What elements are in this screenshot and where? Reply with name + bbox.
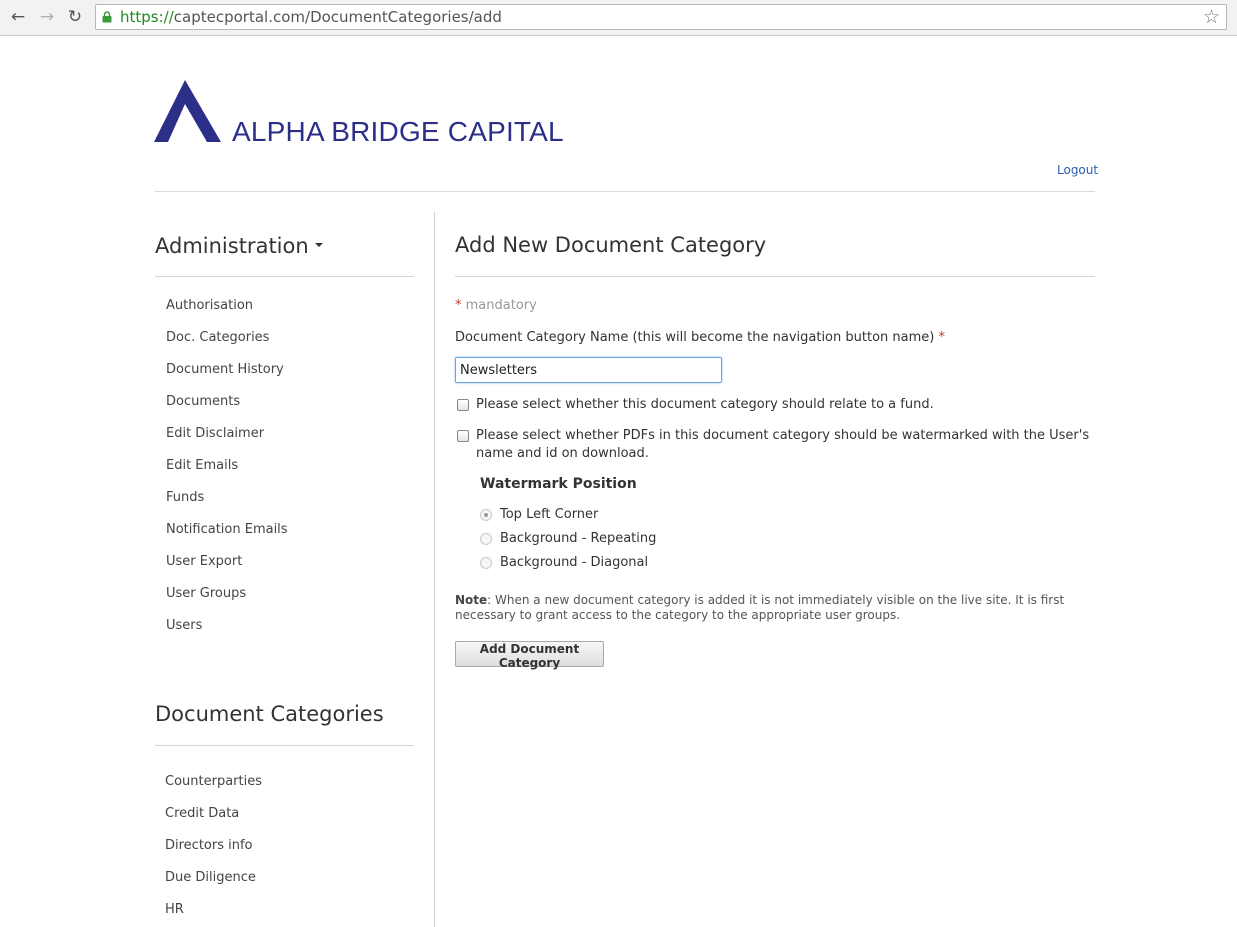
radio-background-diagonal-label[interactable]: Background - Diagonal — [500, 555, 648, 570]
sidebar-item-label[interactable]: Due Diligence — [165, 870, 256, 885]
brand-name: ALPHA BRIDGE CAPITAL — [232, 116, 564, 147]
url-path: captecportal.com/DocumentCategories/add — [173, 8, 502, 26]
radio-background-repeating-button[interactable] — [480, 532, 492, 545]
fund-checkbox[interactable] — [457, 399, 469, 411]
doc-categories-divider — [155, 745, 414, 746]
sidebar-item-label[interactable]: Document History — [166, 362, 284, 377]
sidebar-item-authorisation[interactable]: Authorisation — [166, 297, 288, 329]
sidebar-item-label[interactable]: Edit Emails — [166, 458, 238, 473]
sidebar-item-label[interactable]: Documents — [166, 394, 240, 409]
doc-categories-menu: Counterparties Credit Data Directors inf… — [165, 773, 262, 927]
sidebar-item-label[interactable]: User Export — [166, 554, 242, 569]
sidebar-item-counterparties[interactable]: Counterparties — [165, 773, 262, 805]
required-star: * — [938, 330, 945, 345]
browser-toolbar: ← → ↻ https://captecportal.com/DocumentC… — [0, 0, 1237, 36]
page-title: Add New Document Category — [455, 233, 767, 257]
note-text: Note: When a new document category is ad… — [455, 593, 1100, 623]
sidebar-item-credit-data[interactable]: Credit Data — [165, 805, 262, 837]
forward-arrow-icon[interactable]: → — [36, 6, 58, 28]
category-name-input[interactable] — [455, 357, 722, 383]
category-name-label-text: Document Category Name (this will become… — [455, 330, 935, 345]
sidebar-item-edit-emails[interactable]: Edit Emails — [166, 457, 288, 489]
sidebar-item-label[interactable]: HR — [165, 902, 184, 917]
sidebar-item-document-history[interactable]: Document History — [166, 361, 288, 393]
mandatory-hint: * mandatory — [455, 298, 537, 313]
sidebar-item-label[interactable]: Doc. Categories — [166, 330, 269, 345]
radio-background-diagonal-button[interactable] — [480, 556, 492, 569]
sidebar-item-funds[interactable]: Funds — [166, 489, 288, 521]
sidebar-item-doc-categories[interactable]: Doc. Categories — [166, 329, 288, 361]
sidebar-item-label[interactable]: Counterparties — [165, 774, 262, 789]
sidebar-item-label[interactable]: User Groups — [166, 586, 246, 601]
reload-icon[interactable]: ↻ — [64, 6, 86, 28]
header-divider — [155, 191, 1095, 192]
sidebar-item-user-export[interactable]: User Export — [166, 553, 288, 585]
mandatory-text: mandatory — [465, 298, 537, 313]
radio-background-diagonal[interactable]: Background - Diagonal — [480, 555, 648, 570]
category-name-label: Document Category Name (this will become… — [455, 330, 945, 345]
fund-checkbox-row[interactable]: Please select whether this document cate… — [457, 396, 934, 414]
sidebar-item-label[interactable]: Edit Disclaimer — [166, 426, 264, 441]
radio-top-left-label[interactable]: Top Left Corner — [500, 507, 598, 522]
column-divider — [434, 212, 435, 927]
back-arrow-icon[interactable]: ← — [7, 6, 29, 28]
admin-menu: Authorisation Doc. Categories Document H… — [166, 297, 288, 649]
title-divider — [455, 276, 1095, 277]
address-bar[interactable]: https://captecportal.com/DocumentCategor… — [95, 4, 1227, 30]
sidebar-item-users[interactable]: Users — [166, 617, 288, 649]
sidebar-item-notification-emails[interactable]: Notification Emails — [166, 521, 288, 553]
note-label: Note — [455, 593, 488, 607]
url-text: https://captecportal.com/DocumentCategor… — [120, 8, 502, 26]
admin-menu-heading[interactable]: Administration — [155, 234, 323, 258]
watermark-checkbox-row[interactable]: Please select whether PDFs in this docum… — [457, 427, 1097, 463]
sidebar-item-label[interactable]: Directors info — [165, 838, 253, 853]
caret-down-icon — [314, 243, 323, 247]
sidebar-item-due-diligence[interactable]: Due Diligence — [165, 869, 262, 901]
admin-heading-label: Administration — [155, 234, 309, 258]
radio-background-repeating-label[interactable]: Background - Repeating — [500, 531, 656, 546]
admin-divider — [155, 276, 414, 277]
sidebar-item-edit-disclaimer[interactable]: Edit Disclaimer — [166, 425, 288, 457]
radio-top-left[interactable]: Top Left Corner — [480, 507, 598, 522]
radio-selected-dot — [484, 512, 488, 517]
logout-link[interactable]: Logout — [1057, 163, 1098, 177]
add-document-category-button[interactable]: Add Document Category — [455, 641, 604, 670]
watermark-checkbox[interactable] — [457, 430, 469, 442]
note-body: : When a new document category is added … — [455, 593, 1065, 622]
watermark-checkbox-label[interactable]: Please select whether PDFs in this docum… — [476, 427, 1097, 463]
logo-icon — [154, 80, 221, 142]
sidebar-item-label[interactable]: Credit Data — [165, 806, 239, 821]
radio-background-repeating[interactable]: Background - Repeating — [480, 531, 656, 546]
radio-top-left-button[interactable] — [480, 508, 492, 521]
sidebar-item-documents[interactable]: Documents — [166, 393, 288, 425]
sidebar-item-label[interactable]: Users — [166, 618, 202, 633]
sidebar-item-label[interactable]: Authorisation — [166, 298, 253, 313]
required-star: * — [455, 298, 462, 313]
doc-categories-heading: Document Categories — [155, 702, 384, 726]
sidebar-item-hr[interactable]: HR — [165, 901, 262, 927]
fund-checkbox-label[interactable]: Please select whether this document cate… — [476, 396, 934, 414]
sidebar-item-label[interactable]: Funds — [166, 490, 204, 505]
lock-icon — [102, 11, 112, 23]
watermark-position-heading: Watermark Position — [480, 476, 637, 492]
sidebar-item-user-groups[interactable]: User Groups — [166, 585, 288, 617]
sidebar-item-directors-info[interactable]: Directors info — [165, 837, 262, 869]
url-scheme: https:// — [120, 8, 174, 26]
bookmark-star-icon[interactable]: ☆ — [1203, 6, 1220, 28]
sidebar-item-label[interactable]: Notification Emails — [166, 522, 288, 537]
